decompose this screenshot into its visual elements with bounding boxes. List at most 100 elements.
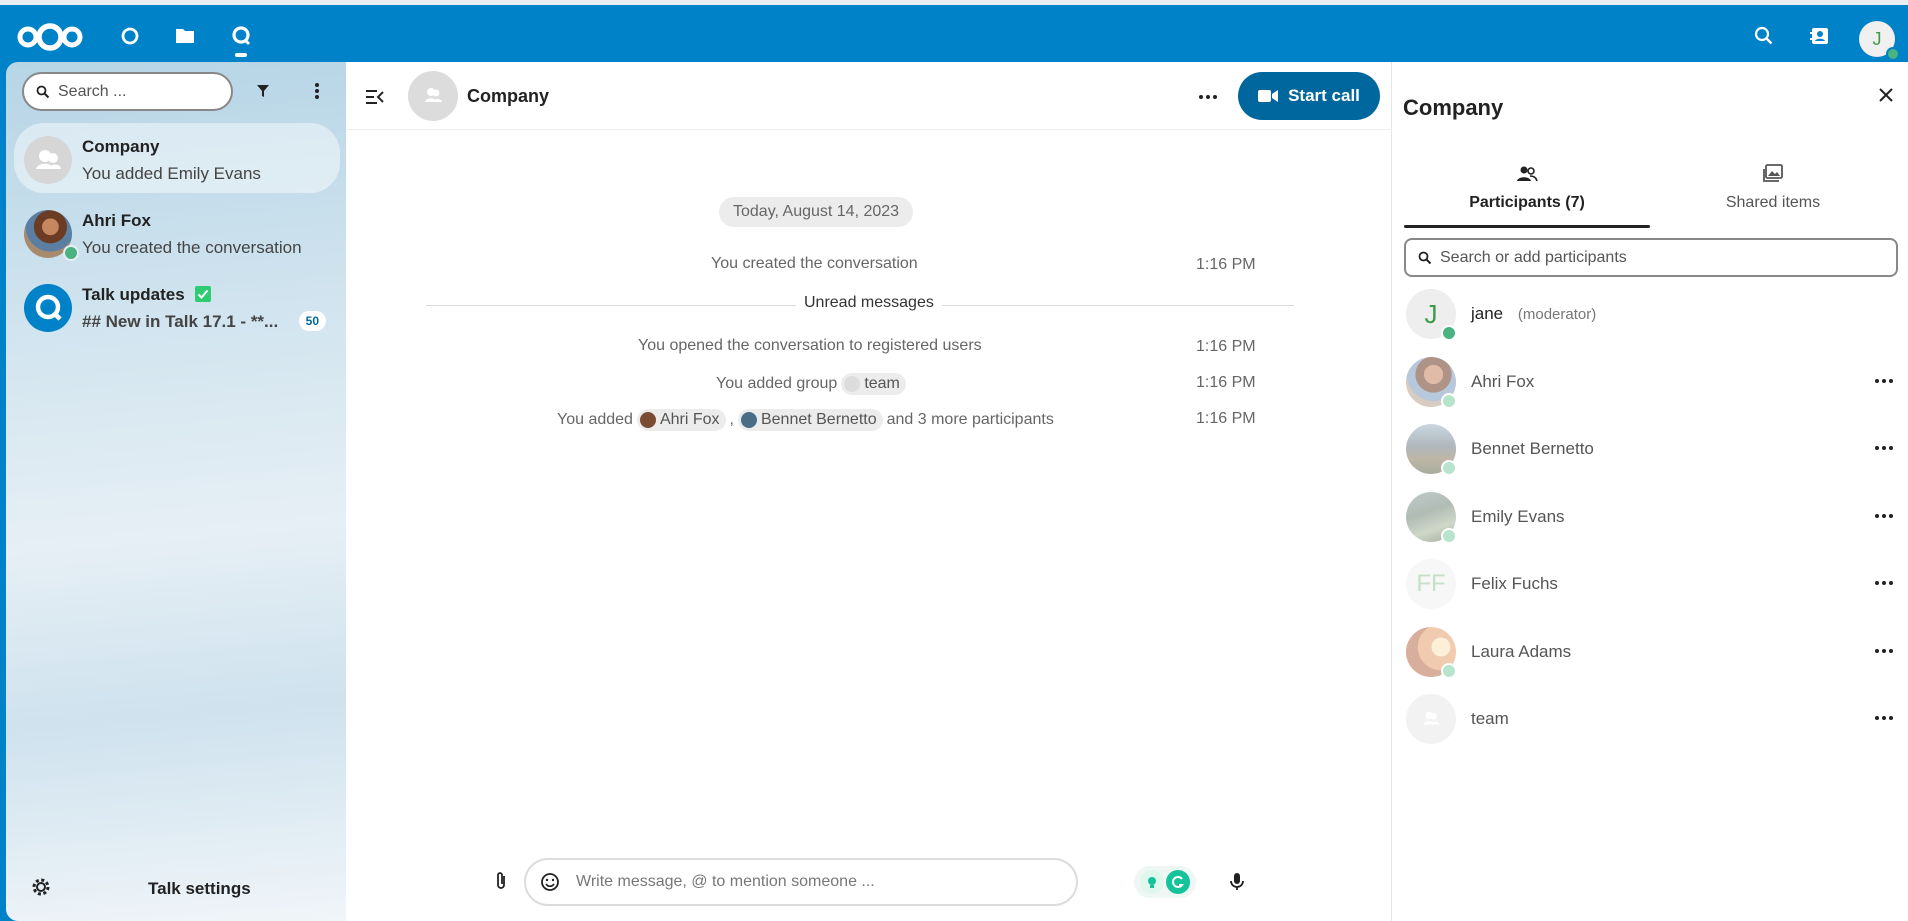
participant-name: jane xyxy=(1471,304,1504,323)
participant-item-emily-evans[interactable]: Emily Evans xyxy=(1404,488,1898,544)
user-mention-chip[interactable]: Bennet Bernetto xyxy=(737,409,883,431)
user-avatar xyxy=(740,412,757,428)
start-call-label: Start call xyxy=(1288,86,1360,105)
filter-icon[interactable] xyxy=(252,80,274,102)
tab-shared-items[interactable]: Shared items xyxy=(1650,162,1896,224)
conversation-name: Talk updates xyxy=(82,285,212,305)
user-avatar-initial: J xyxy=(1872,28,1882,49)
talk-icon xyxy=(35,294,62,321)
status-dot xyxy=(1441,663,1457,679)
participant-item-team[interactable]: team xyxy=(1404,690,1898,746)
more-options-icon[interactable] xyxy=(1872,575,1896,591)
participant-item-felix-fuchs[interactable]: FF Felix Fuchs xyxy=(1404,555,1898,611)
panel-title: Company xyxy=(1403,95,1504,120)
conversation-last-message: You created the conversation xyxy=(82,238,302,257)
group-avatar xyxy=(24,136,72,184)
participant-item-ahri-fox[interactable]: Ahri Fox xyxy=(1404,353,1898,409)
online-status-dot xyxy=(1441,325,1457,341)
conversation-title[interactable]: Company xyxy=(467,86,549,107)
conversation-item-ahri-fox[interactable]: Ahri Fox You created the conversation xyxy=(14,197,340,267)
participant-name: Emily Evans xyxy=(1471,507,1565,526)
status-dot xyxy=(1441,460,1457,476)
message-time: 1:16 PM xyxy=(1196,338,1256,355)
more-options-icon[interactable] xyxy=(1872,440,1896,456)
conversation-search-input[interactable]: Search ... xyxy=(22,72,233,111)
participant-item-bennet-bernetto[interactable]: Bennet Bernetto xyxy=(1404,420,1898,476)
more-options-icon[interactable] xyxy=(1196,86,1220,108)
more-options-icon[interactable] xyxy=(1872,508,1896,524)
talk-settings-button[interactable]: Talk settings xyxy=(148,879,251,899)
user-avatar xyxy=(639,412,656,428)
more-options-icon[interactable] xyxy=(1872,643,1896,659)
status-dot xyxy=(1441,528,1457,544)
grammarly-icon[interactable] xyxy=(1166,870,1190,894)
sidebar-footer: Talk settings xyxy=(6,862,346,912)
tab-label: Participants (7) xyxy=(1469,194,1585,211)
participant-item-laura-adams[interactable]: Laura Adams xyxy=(1404,623,1898,679)
toggle-sidebar-icon[interactable] xyxy=(364,86,386,108)
participant-name: Felix Fuchs xyxy=(1471,574,1558,593)
message-text: You added group xyxy=(716,375,838,392)
status-dot xyxy=(1441,393,1457,409)
main-area: Company Start call Today, August 14, 202… xyxy=(346,62,1392,921)
system-message: You added Ahri Fox , Bennet Bernetto and… xyxy=(557,409,1054,431)
group-icon xyxy=(425,88,442,102)
user-avatar[interactable]: J xyxy=(1859,21,1900,61)
participant-avatar: FF xyxy=(1406,559,1456,609)
group-avatar xyxy=(1406,694,1456,744)
conversation-name: Ahri Fox xyxy=(82,211,151,230)
group-icon xyxy=(844,376,861,392)
talk-app-icon[interactable] xyxy=(224,19,258,53)
message-text: You added xyxy=(557,411,633,428)
chat-header: Company Start call xyxy=(346,62,1392,130)
online-status-dot xyxy=(63,245,79,261)
start-call-button[interactable]: Start call xyxy=(1238,72,1380,120)
search-placeholder: Search or add participants xyxy=(1440,248,1627,266)
conversation-avatar xyxy=(408,71,458,121)
top-header: J xyxy=(0,5,1908,62)
message-placeholder: Write message, @ to mention someone ... xyxy=(576,873,875,890)
microphone-icon[interactable] xyxy=(1226,870,1248,892)
conversation-name-text: Talk updates xyxy=(82,285,185,304)
unread-counter-badge: 50 xyxy=(298,311,326,331)
conversation-last-message: You added Emily Evans xyxy=(82,164,261,183)
chat-view: Company Start call Today, August 14, 202… xyxy=(346,62,1392,921)
participant-name: team xyxy=(1471,709,1509,728)
talk-logo-avatar xyxy=(24,284,72,332)
paperclip-icon[interactable] xyxy=(490,870,512,892)
tab-participants[interactable]: Participants (7) xyxy=(1404,162,1650,228)
group-mention-chip[interactable]: team xyxy=(841,373,906,395)
participant-name: Ahri Fox xyxy=(1471,372,1535,391)
conversation-item-company[interactable]: Company You added Emily Evans xyxy=(14,123,340,193)
message-time: 1:16 PM xyxy=(1196,256,1256,273)
gear-icon[interactable] xyxy=(30,876,52,898)
mention-label: Ahri Fox xyxy=(659,411,720,428)
mention-label: team xyxy=(864,375,900,392)
contacts-icon[interactable] xyxy=(1803,19,1837,53)
lightbulb-icon[interactable] xyxy=(1140,870,1164,894)
mention-label: Bennet Bernetto xyxy=(760,411,877,428)
dashboard-app-icon[interactable] xyxy=(113,19,147,53)
search-icon[interactable] xyxy=(1747,19,1781,53)
participant-item-jane[interactable]: J jane (moderator) xyxy=(1404,285,1898,341)
group-icon xyxy=(36,150,61,169)
participant-name: Bennet Bernetto xyxy=(1471,439,1594,458)
avatar-initials: FF xyxy=(1416,570,1446,597)
search-placeholder: Search ... xyxy=(58,82,127,100)
close-icon[interactable] xyxy=(1875,84,1897,106)
more-options-icon[interactable] xyxy=(1872,373,1896,389)
system-message: You added group team xyxy=(716,373,910,395)
participant-name: Laura Adams xyxy=(1471,642,1572,661)
more-options-icon[interactable] xyxy=(306,80,328,102)
more-options-icon[interactable] xyxy=(1872,710,1896,726)
emoji-icon[interactable] xyxy=(540,872,560,892)
participant-search-input[interactable]: Search or add participants xyxy=(1404,238,1898,277)
conversation-details-panel: Company Participants (7) Shared items Se… xyxy=(1392,62,1908,921)
user-mention-chip[interactable]: Ahri Fox xyxy=(636,409,726,431)
files-app-icon[interactable] xyxy=(168,19,202,53)
message-input[interactable]: Write message, @ to mention someone ... xyxy=(524,858,1196,906)
system-message: You opened the conversation to registere… xyxy=(638,337,982,354)
conversation-item-talk-updates[interactable]: Talk updates ## New in Talk 17.1 - **...… xyxy=(14,271,340,341)
message-separator: , xyxy=(729,411,734,428)
nextcloud-logo[interactable] xyxy=(16,22,84,52)
